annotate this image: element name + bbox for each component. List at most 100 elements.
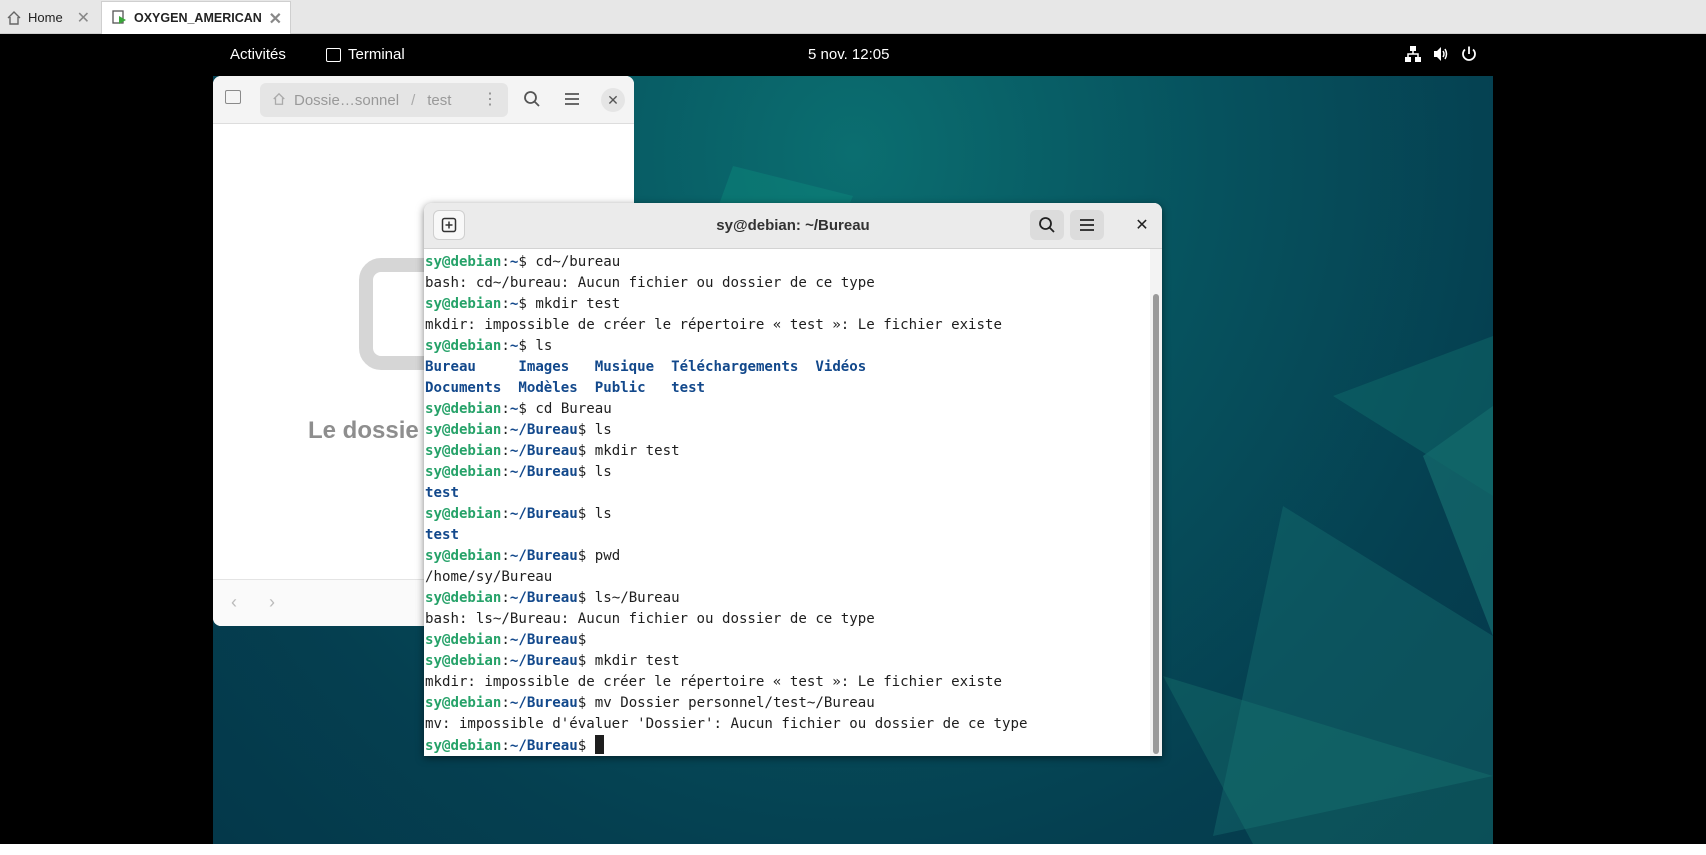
terminal-line: sy@debian:~$ ls [425,336,1148,357]
search-icon [1039,217,1055,233]
system-menu[interactable] [1404,45,1478,63]
prompt-symbol: $ [577,738,595,754]
path-bar[interactable]: Dossie…sonnel / test ⋮ [260,83,508,117]
terminal-headerbar: sy@debian: ~/Bureau ✕ [424,203,1162,249]
prompt-user: sy@debian [425,548,502,564]
command-text: ls [594,464,612,480]
back-icon[interactable]: ‹ [231,592,237,613]
directory-entry: Vidéos [815,359,867,375]
command-text: ls [535,338,553,354]
terminal-line: test [425,483,1148,504]
prompt-symbol: $ [577,506,595,522]
prompt-user: sy@debian [425,464,502,480]
directory-entry: Documents [425,380,519,396]
close-icon[interactable]: ✕ [1131,215,1153,237]
host-tab-home[interactable]: Home ✕ [0,1,98,34]
prompt-user: sy@debian [425,632,502,648]
host-tab-vm[interactable]: OXYGEN_AMERICAN ✕ [101,1,291,34]
home-icon [7,10,21,25]
path-segment-parent[interactable]: Dossie…sonnel [294,92,399,109]
terminal-line: sy@debian:~/Bureau$ [425,630,1148,651]
terminal-line: sy@debian:~/Bureau$ ls [425,420,1148,441]
prompt-user: sy@debian [425,338,502,354]
prompt-symbol: $ [518,254,536,270]
prompt-separator: : [501,254,510,270]
path-segment-current[interactable]: test [427,92,451,109]
prompt-path: ~/Bureau [509,548,578,564]
prompt-path: ~/Bureau [509,506,578,522]
prompt-symbol: $ [577,443,595,459]
directory-entry: Bureau [425,359,519,375]
output-text: bash: ls~/Bureau: Aucun fichier ou dossi… [425,611,875,627]
prompt-symbol: $ [577,422,595,438]
search-button[interactable] [1030,210,1064,240]
activities-button[interactable]: Activités [230,46,286,63]
prompt-separator: : [501,548,510,564]
terminal-line: Documents Modèles Public test [425,378,1148,399]
command-text: ls [594,506,612,522]
output-text: mkdir: impossible de créer le répertoire… [425,674,1002,690]
prompt-separator: : [501,443,510,459]
prompt-user: sy@debian [425,506,502,522]
prompt-symbol: $ [518,296,536,312]
path-separator: / [411,91,416,109]
home-icon [273,92,285,105]
terminal-line: sy@debian:~/Bureau$ mv Dossier personnel… [425,693,1148,714]
scrollbar-thumb[interactable] [1153,294,1159,754]
terminal-line: /home/sy/Bureau [425,567,1148,588]
terminal-line: sy@debian:~$ cd Bureau [425,399,1148,420]
forward-icon[interactable]: › [269,592,275,613]
prompt-path: ~/Bureau [509,464,578,480]
close-tab-icon[interactable]: ✕ [269,9,282,29]
directory-entry: Public [594,380,672,396]
directory-entry: test [671,380,706,396]
directory-entry: Musique [594,359,672,375]
terminal-line: bash: ls~/Bureau: Aucun fichier ou dossi… [425,609,1148,630]
prompt-symbol: $ [518,401,536,417]
prompt-symbol: $ [577,590,595,606]
prompt-path: ~/Bureau [509,653,578,669]
network-icon [1405,46,1421,62]
hamburger-menu-icon[interactable] [563,90,581,108]
clock[interactable]: 5 nov. 12:05 [808,46,889,63]
terminal-line: sy@debian:~/Bureau$ [425,735,1148,756]
command-text: mkdir test [594,653,680,669]
terminal-line: mkdir: impossible de créer le répertoire… [425,672,1148,693]
output-text: mv: impossible d'évaluer 'Dossier': Aucu… [425,716,1028,732]
prompt-path: ~/Bureau [509,632,578,648]
terminal-line: sy@debian:~/Bureau$ mkdir test [425,441,1148,462]
directory-entry: test [425,527,459,543]
prompt-user: sy@debian [425,422,502,438]
command-text: mkdir test [594,443,680,459]
prompt-symbol: $ [577,653,595,669]
more-options-icon[interactable]: ⋮ [482,89,498,109]
host-tab-home-label: Home [28,10,63,25]
command-text: mv Dossier personnel/test~/Bureau [594,695,875,711]
gnome-top-bar: Activités Terminal 5 nov. 12:05 [0,34,1706,76]
prompt-separator: : [501,738,510,754]
search-icon[interactable] [523,90,541,108]
prompt-separator: : [501,296,510,312]
terminal-line: sy@debian:~/Bureau$ ls~/Bureau [425,588,1148,609]
sidebar-toggle-icon[interactable] [225,90,241,104]
prompt-user: sy@debian [425,254,502,270]
prompt-path: ~/Bureau [509,422,578,438]
terminal-line: sy@debian:~$ cd~/bureau [425,252,1148,273]
directory-entry: Images [518,359,595,375]
directory-entry: test [425,485,459,501]
terminal-scrollbar[interactable] [1150,249,1162,756]
text-cursor [594,735,604,754]
output-text: mkdir: impossible de créer le répertoire… [425,317,1002,333]
prompt-user: sy@debian [425,590,502,606]
prompt-separator: : [501,464,510,480]
command-text: cd~/bureau [535,254,621,270]
terminal-window[interactable]: sy@debian: ~/Bureau ✕ sy@debian:~$ cd~/b… [424,203,1162,756]
prompt-symbol: $ [577,632,595,648]
command-text: ls~/Bureau [594,590,680,606]
terminal-output[interactable]: sy@debian:~$ cd~/bureau bash: cd~/bureau:… [424,249,1148,756]
app-menu-terminal[interactable]: Terminal [326,46,405,63]
menu-button[interactable] [1070,210,1104,240]
prompt-separator: : [501,506,510,522]
close-icon[interactable]: ✕ [601,88,625,112]
close-tab-icon[interactable]: ✕ [77,8,90,28]
